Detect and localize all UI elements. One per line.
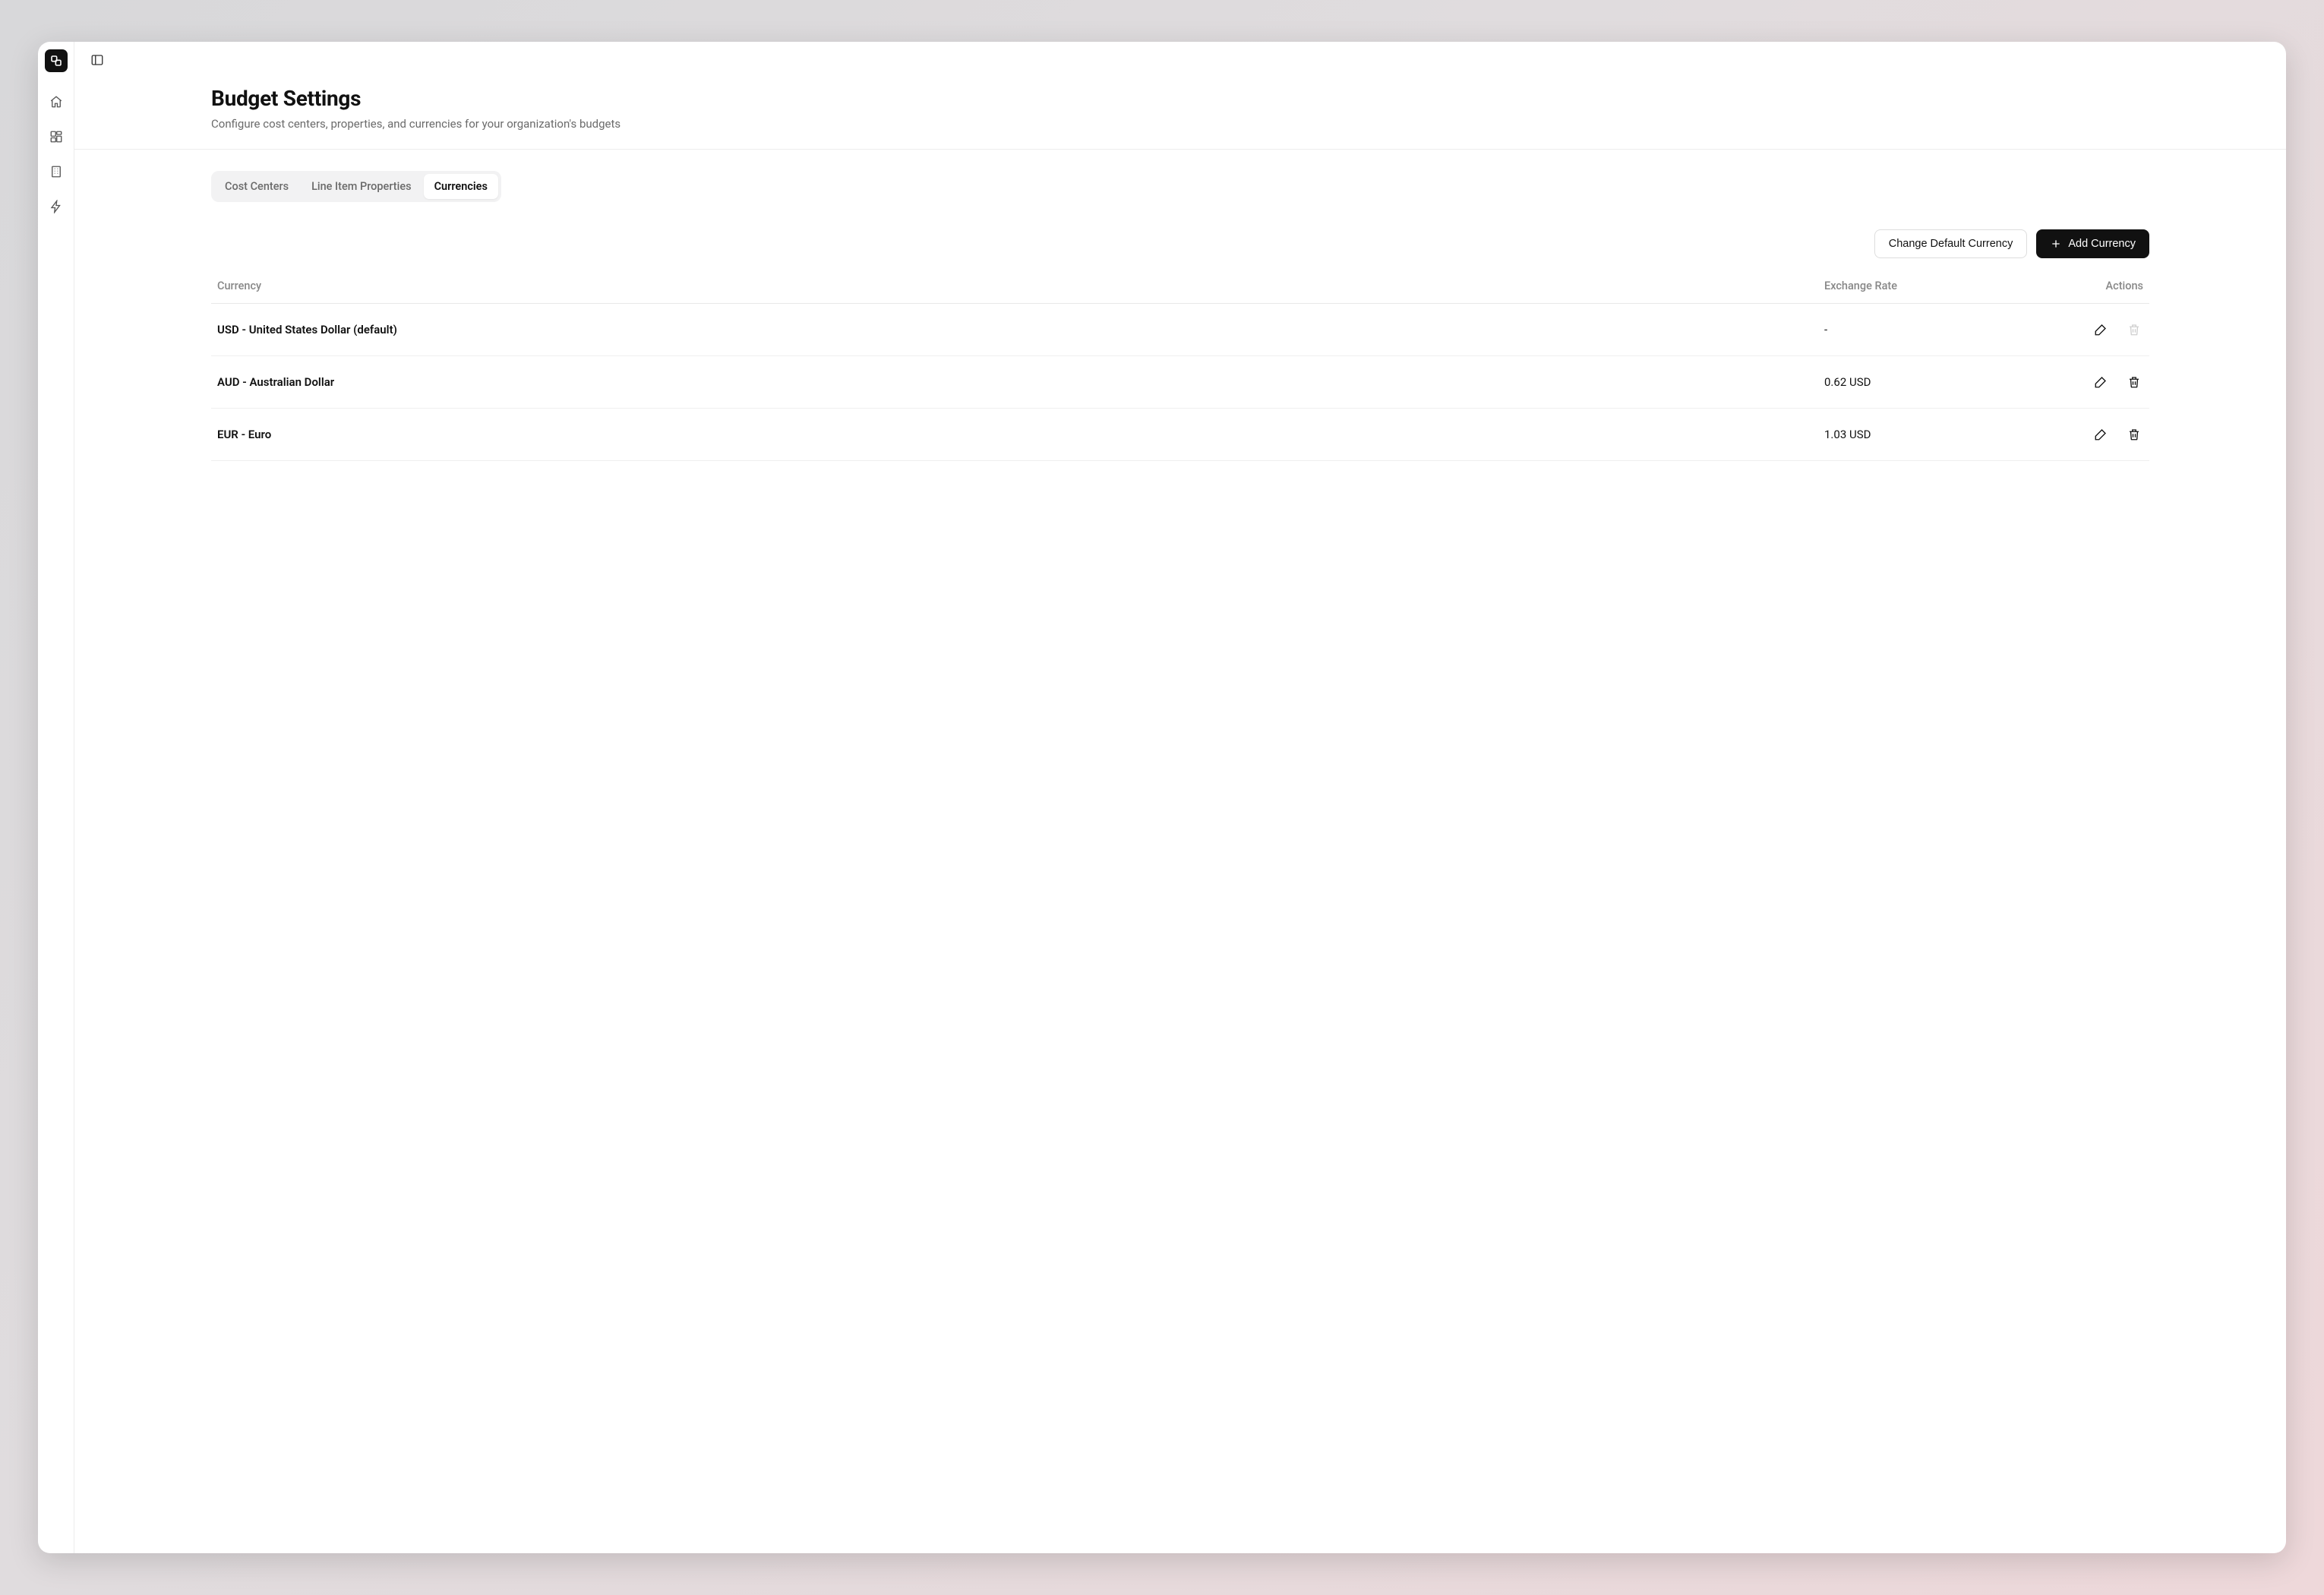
row-actions: [2022, 321, 2143, 339]
tab-currencies[interactable]: Currencies: [424, 174, 498, 199]
nav-rail: [38, 42, 74, 1553]
edit-icon[interactable]: [2092, 321, 2110, 339]
add-currency-label: Add Currency: [2068, 238, 2136, 250]
col-actions: Actions: [2022, 280, 2143, 292]
page-subtitle: Configure cost centers, properties, and …: [211, 117, 2149, 131]
currency-name: EUR - Euro: [217, 428, 1824, 441]
add-currency-button[interactable]: Add Currency: [2036, 229, 2149, 258]
edit-icon[interactable]: [2092, 373, 2110, 391]
edit-icon[interactable]: [2092, 425, 2110, 444]
currency-rate: -: [1824, 323, 2022, 336]
app-window: Budget Settings Configure cost centers, …: [38, 42, 2286, 1553]
row-actions: [2022, 373, 2143, 391]
nav-home[interactable]: [45, 90, 68, 113]
tab-cost-centers[interactable]: Cost Centers: [214, 174, 299, 199]
app-logo[interactable]: [45, 49, 68, 72]
content: Budget Settings Configure cost centers, …: [74, 78, 2286, 1553]
sidebar-toggle-icon[interactable]: [87, 49, 108, 71]
currency-table: Currency Exchange Rate Actions USD - Uni…: [211, 280, 2149, 461]
tabs: Cost Centers Line Item Properties Curren…: [211, 171, 501, 202]
currency-rate: 0.62 USD: [1824, 375, 2022, 389]
page-title: Budget Settings: [211, 86, 2149, 111]
table-head: Currency Exchange Rate Actions: [211, 280, 2149, 304]
table-row: AUD - Australian Dollar 0.62 USD: [211, 356, 2149, 409]
row-actions: [2022, 425, 2143, 444]
action-row: Change Default Currency Add Currency: [211, 229, 2149, 258]
currency-rate: 1.03 USD: [1824, 428, 2022, 441]
nav-building[interactable]: [45, 160, 68, 183]
tab-line-item-properties[interactable]: Line Item Properties: [301, 174, 422, 199]
currency-name: AUD - Australian Dollar: [217, 375, 1824, 389]
col-currency: Currency: [217, 280, 1824, 292]
topbar: [74, 42, 2286, 78]
col-rate: Exchange Rate: [1824, 280, 2022, 292]
trash-icon[interactable]: [2125, 373, 2143, 391]
trash-icon: [2125, 321, 2143, 339]
trash-icon[interactable]: [2125, 425, 2143, 444]
nav-dashboard[interactable]: [45, 125, 68, 148]
main-area: Budget Settings Configure cost centers, …: [74, 42, 2286, 1553]
change-default-currency-button[interactable]: Change Default Currency: [1874, 229, 2028, 258]
table-row: USD - United States Dollar (default) -: [211, 304, 2149, 356]
plus-icon: [2050, 238, 2062, 250]
nav-lightning[interactable]: [45, 195, 68, 218]
table-row: EUR - Euro 1.03 USD: [211, 409, 2149, 461]
currency-name: USD - United States Dollar (default): [217, 323, 1824, 336]
